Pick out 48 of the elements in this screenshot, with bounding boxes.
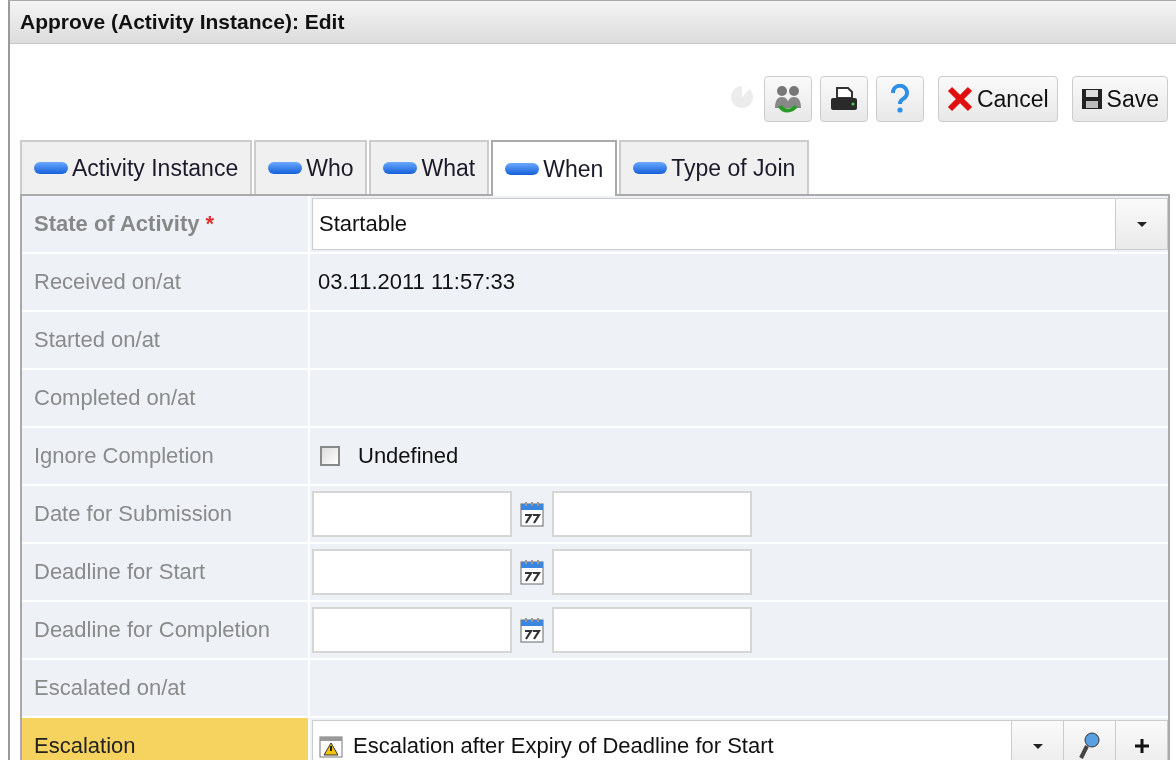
field-label: Received on/at [34,269,181,295]
field-label: Escalated on/at [34,675,186,701]
calendar-icon[interactable] [520,559,544,585]
plus-icon [1133,738,1150,754]
tab[interactable]: Activity Instance [20,140,253,194]
people-icon [772,84,803,114]
checkbox[interactable] [320,446,340,466]
field-label: Deadline for Completion [34,617,271,643]
tab[interactable]: When [491,140,618,196]
date-field[interactable] [312,491,512,537]
date-field[interactable] [312,549,512,595]
cancel-button[interactable]: Cancel [937,76,1058,122]
field-label: Escalation [34,733,136,759]
save-button[interactable]: Save [1071,76,1168,122]
add-button[interactable] [1115,721,1167,760]
state-select[interactable]: Startable [312,198,1168,250]
field-label: Date for Submission [34,501,233,527]
calendar-icon[interactable] [520,501,544,527]
printer-icon [829,86,858,112]
time-field[interactable] [552,491,752,537]
close-icon [946,86,973,112]
date-field[interactable] [312,607,512,653]
field-label: Completed on/at [34,385,196,411]
field-value: 03.11.2011 11:57:33 [317,269,515,295]
window-title: Approve (Activity Instance): Edit [10,1,1176,44]
field-label: State of Activity [34,211,200,237]
people-button[interactable] [763,76,812,122]
tab[interactable]: What [369,140,490,194]
caret-icon [1031,742,1044,750]
field-label: Started on/at [34,327,160,353]
caret-icon [1135,220,1148,228]
search-icon [1078,732,1101,760]
field-label: Deadline for Start [34,559,206,585]
help-icon [888,84,911,114]
escalation-select[interactable]: Escalation after Expiry of Deadline for Start [312,720,1168,760]
field-label: Ignore Completion [34,443,214,469]
required-mark: * [205,211,214,237]
checkbox-label: Undefined [358,443,459,469]
save-icon [1080,88,1103,110]
tab[interactable]: Type of Join [619,140,810,194]
help-button[interactable] [875,76,924,122]
tab[interactable]: Who [254,140,368,194]
lookup-button[interactable] [1063,721,1115,760]
time-field[interactable] [552,607,752,653]
warning-calendar-icon [319,734,343,758]
print-button[interactable] [819,76,868,122]
calendar-icon[interactable] [520,617,544,643]
time-field[interactable] [552,549,752,595]
